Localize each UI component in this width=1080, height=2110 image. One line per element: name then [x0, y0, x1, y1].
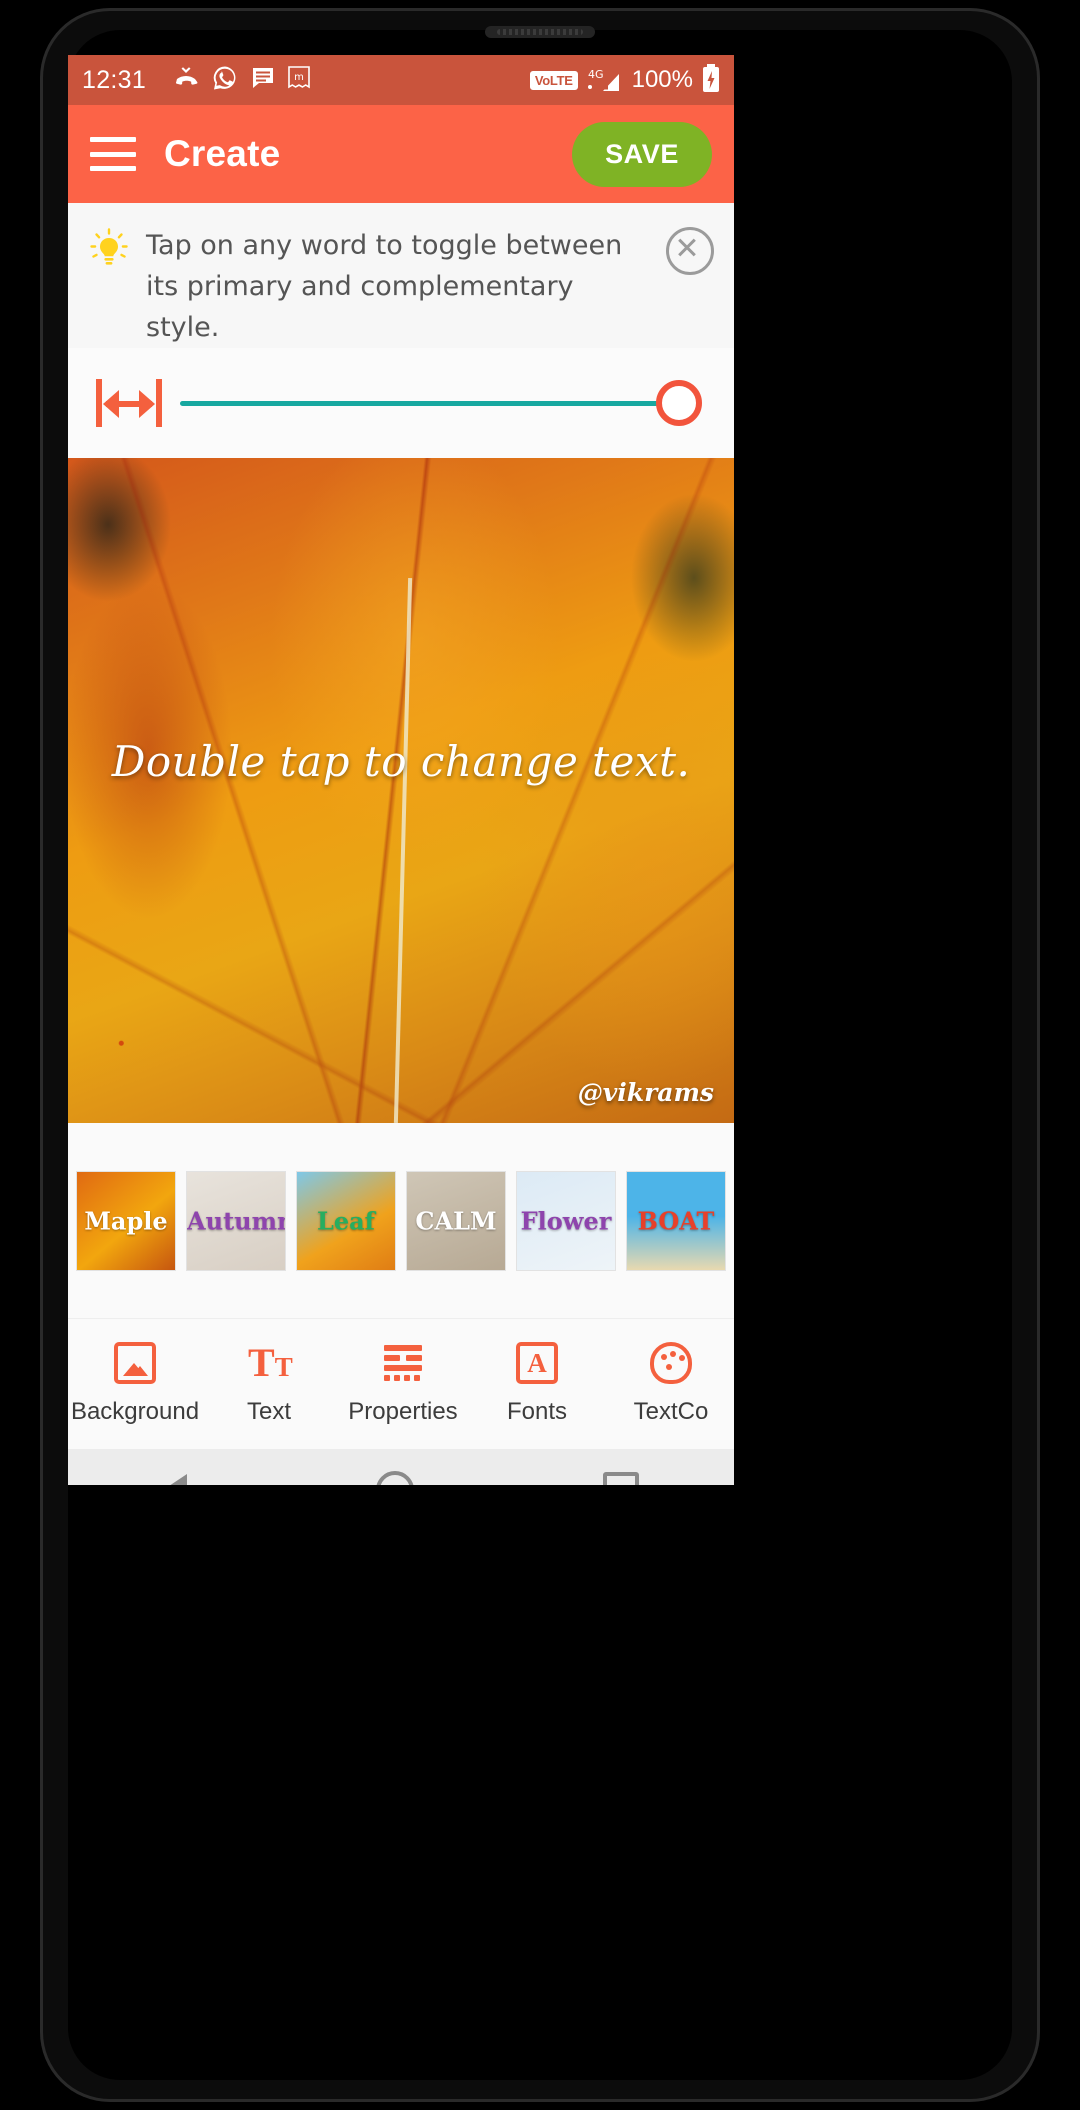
tool-text[interactable]: TT Text: [202, 1342, 336, 1426]
app-bar: Create SAVE: [68, 105, 734, 203]
template-thumbnail[interactable]: Flower: [516, 1171, 616, 1271]
status-time: 12:31: [82, 65, 147, 94]
battery-icon: [702, 63, 720, 97]
width-slider[interactable]: [180, 380, 702, 426]
svg-text:m: m: [294, 72, 304, 83]
tool-fonts[interactable]: A Fonts: [470, 1342, 604, 1426]
image-icon: [114, 1342, 156, 1384]
page-title: Create: [164, 133, 281, 174]
hint-banner: Tap on any word to toggle between its pr…: [68, 203, 734, 348]
tool-label: Properties: [348, 1398, 458, 1425]
tool-label: Text: [246, 1398, 291, 1425]
design-canvas[interactable]: Double tap to change text. @vikrams: [68, 458, 734, 1123]
tool-properties[interactable]: Properties: [336, 1342, 470, 1426]
template-thumbnail[interactable]: Leaf: [296, 1171, 396, 1271]
save-button[interactable]: SAVE: [572, 121, 712, 187]
tool-label: Background: [70, 1398, 200, 1425]
template-thumbnail[interactable]: BOAT: [626, 1171, 726, 1271]
recents-square-icon[interactable]: [603, 1472, 640, 1485]
template-thumbnail-label: BOAT: [637, 1206, 715, 1236]
template-thumbnail[interactable]: Maple: [76, 1171, 176, 1271]
text-width-slider-row: [68, 348, 734, 458]
template-thumbnail-label: Leaf: [316, 1206, 376, 1236]
template-thumbnail-label: Maple: [84, 1206, 168, 1236]
properties-lines-icon: [382, 1342, 424, 1384]
status-bar: 12:31 m VoLTE 4G 100%: [68, 55, 734, 105]
missed-call-icon: [173, 66, 199, 94]
palette-icon: [650, 1342, 692, 1384]
font-a-icon: A: [516, 1342, 558, 1384]
back-triangle-icon[interactable]: [162, 1474, 187, 1485]
template-thumbnail-strip[interactable]: Maple Autumn Leaf CALM Flower BOAT: [68, 1171, 734, 1271]
slider-thumb[interactable]: [656, 380, 702, 426]
signal-icon: 4G: [587, 67, 621, 93]
canvas-editable-text[interactable]: Double tap to change text.: [68, 737, 734, 786]
template-thumbnail-zone: Maple Autumn Leaf CALM Flower BOAT: [68, 1123, 734, 1318]
phone-screen: 12:31 m VoLTE 4G 100% Create SAVE Tap on…: [68, 55, 734, 1485]
status-bar-left: 12:31 m: [82, 65, 530, 96]
svg-text:4G: 4G: [588, 68, 604, 81]
battery-percent: 100%: [631, 66, 693, 93]
template-thumbnail[interactable]: CALM: [406, 1171, 506, 1271]
status-bar-right: VoLTE 4G 100%: [529, 63, 720, 97]
template-thumbnail-label: CALM: [415, 1206, 497, 1236]
tool-label: Fonts: [506, 1398, 568, 1425]
m-app-icon: m: [288, 65, 310, 95]
speaker-grille: [497, 29, 583, 35]
bottom-toolbar: Background TT Text Properties A Fonts Te…: [68, 1318, 734, 1449]
hamburger-menu-icon[interactable]: [90, 137, 136, 171]
tool-background[interactable]: Background: [68, 1342, 202, 1426]
template-thumbnail-label: Autumn: [187, 1206, 286, 1236]
hint-text: Tap on any word to toggle between its pr…: [146, 230, 623, 343]
tool-label: TextCo: [633, 1398, 709, 1425]
volte-icon: VoLTE: [529, 70, 578, 90]
template-thumbnail[interactable]: Autumn: [186, 1171, 286, 1271]
lightbulb-icon: [88, 227, 130, 273]
watermark: @vikrams: [577, 1078, 714, 1107]
message-icon: [251, 66, 275, 95]
whatsapp-icon: [212, 65, 238, 96]
text-width-icon: [94, 377, 164, 429]
home-circle-icon[interactable]: [375, 1471, 414, 1485]
slider-track: [180, 400, 698, 406]
template-thumbnail-label: Flower: [520, 1206, 612, 1236]
android-nav-bar: [68, 1449, 734, 1485]
tool-textcolor[interactable]: TextCo: [604, 1342, 734, 1426]
close-circle-icon[interactable]: [666, 227, 714, 275]
text-size-icon: TT: [248, 1340, 293, 1385]
leaf-veins: [68, 458, 734, 1123]
